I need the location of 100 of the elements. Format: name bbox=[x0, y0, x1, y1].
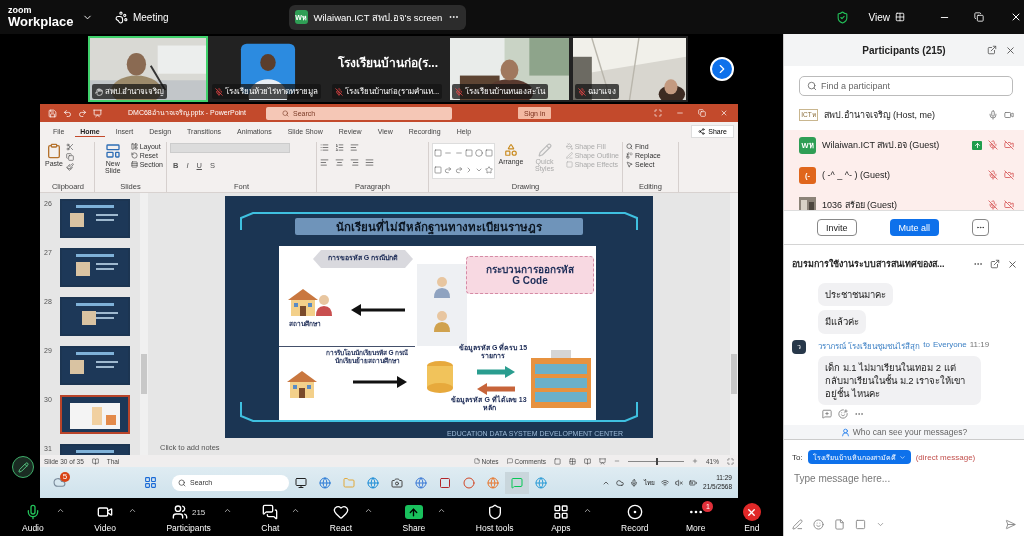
slide-thumbnail[interactable] bbox=[60, 297, 130, 336]
video-tile[interactable]: โรงเรียนบ้านหนองสะโน bbox=[448, 36, 571, 102]
toolbar-button[interactable]: Share bbox=[394, 501, 434, 533]
more-button[interactable] bbox=[972, 219, 990, 236]
cut-icon[interactable] bbox=[65, 143, 74, 151]
shape-icon[interactable] bbox=[444, 165, 453, 174]
redo-icon[interactable] bbox=[78, 108, 87, 118]
view-button[interactable]: View bbox=[866, 9, 907, 25]
toolbar-button[interactable]: Chat bbox=[253, 501, 288, 533]
toolbar-button[interactable]: Audio bbox=[14, 501, 52, 533]
align-center-icon[interactable] bbox=[335, 158, 344, 167]
arrow-icon bbox=[477, 366, 515, 378]
speaker-muted-icon bbox=[675, 478, 684, 487]
format-painter-icon[interactable] bbox=[65, 163, 74, 171]
to-label: To: bbox=[792, 452, 803, 462]
pencil-icon bbox=[17, 461, 29, 473]
shape-icon[interactable] bbox=[454, 165, 463, 174]
chat-message: ประชาชนมาคะ bbox=[818, 283, 893, 307]
toolbar-button[interactable]: Record bbox=[613, 501, 657, 533]
wifi-icon bbox=[661, 478, 670, 487]
share-title: Wilaiwan.ICT สพป.อจ's screen bbox=[313, 10, 443, 25]
slide-thumbnail[interactable] bbox=[60, 346, 130, 385]
fit-icon[interactable] bbox=[727, 457, 734, 465]
toolbar-button[interactable]: React bbox=[321, 501, 361, 533]
video-tile[interactable]: ฉมาแจง bbox=[571, 36, 688, 102]
cloud-icon bbox=[616, 478, 625, 487]
globe-icon bbox=[487, 476, 499, 489]
next-page-button[interactable] bbox=[710, 57, 734, 81]
font-field[interactable] bbox=[170, 143, 290, 153]
search-field[interactable]: Find a participant bbox=[799, 76, 1013, 96]
screenshot-icon[interactable] bbox=[855, 519, 866, 530]
participant-name-label: ฉมาแจง bbox=[575, 84, 619, 99]
layout-icon bbox=[130, 143, 138, 150]
restore-button[interactable] bbox=[972, 10, 986, 24]
undo-icon[interactable] bbox=[63, 108, 72, 118]
participant-row[interactable]: 1036 สร้อย (Guest) bbox=[784, 190, 1024, 210]
note-icon bbox=[473, 458, 480, 464]
reading-view-icon[interactable] bbox=[584, 457, 591, 465]
toolbar-button[interactable]: Apps bbox=[543, 501, 579, 533]
slide-thumbnail[interactable] bbox=[60, 395, 130, 434]
justify-icon[interactable] bbox=[365, 158, 374, 167]
video-tile[interactable]: สพป.อำนาจเจริญ bbox=[88, 36, 208, 102]
zoom-in-icon[interactable] bbox=[692, 458, 698, 464]
reset-icon bbox=[130, 152, 138, 159]
camera-icon bbox=[97, 504, 114, 520]
mic-muted-icon bbox=[215, 87, 223, 96]
annotate-button[interactable] bbox=[12, 456, 34, 478]
scrollbar[interactable] bbox=[730, 193, 738, 455]
minimize-icon[interactable] bbox=[676, 109, 684, 117]
copy-icon[interactable] bbox=[65, 153, 74, 161]
mute-all-button[interactable]: Mute all bbox=[889, 219, 940, 236]
person-icon bbox=[840, 427, 850, 437]
close-icon[interactable] bbox=[720, 109, 728, 117]
slide-thumbnail[interactable] bbox=[60, 199, 130, 238]
ribbon-display-icon[interactable] bbox=[654, 109, 662, 117]
participant-name-label: โรงเรียนห้วยไร่หาดทรายมูล bbox=[212, 84, 321, 99]
slide-thumbnail-art bbox=[62, 250, 128, 285]
scrollbar[interactable] bbox=[140, 193, 148, 455]
add-reaction-icon[interactable] bbox=[838, 409, 848, 420]
save-icon[interactable] bbox=[48, 108, 57, 118]
restore-icon[interactable] bbox=[698, 109, 706, 117]
meeting-button[interactable]: Meeting bbox=[112, 8, 171, 26]
toolbar-button[interactable]: Host tools bbox=[467, 501, 522, 533]
slide-thumbnail-art bbox=[62, 397, 128, 432]
shape-icon[interactable] bbox=[485, 165, 494, 174]
slide-title: นักเรียนที่ไม่มีหลักฐานทางทะเบียนราษฎร bbox=[295, 218, 583, 235]
pop-out-icon[interactable] bbox=[987, 45, 997, 55]
close-icon[interactable] bbox=[1005, 44, 1016, 56]
toolbar-button[interactable]: 215 Participants bbox=[158, 501, 219, 533]
video-tile[interactable]: โรงเรียนบ้านก่อ(ร... โรงเรียนบ้านก่อ(รามคำแห... bbox=[328, 36, 448, 102]
replace-icon bbox=[626, 152, 633, 159]
format-icon[interactable] bbox=[792, 519, 803, 530]
sorter-view-icon[interactable] bbox=[569, 457, 576, 465]
invite-button[interactable]: Invite bbox=[817, 219, 857, 236]
toolbar-button[interactable]: End bbox=[734, 501, 769, 533]
align-left-icon[interactable] bbox=[320, 158, 329, 167]
office-building-icon bbox=[531, 350, 591, 408]
present-icon[interactable] bbox=[93, 108, 102, 118]
send-icon[interactable] bbox=[1005, 519, 1016, 530]
pop-out-icon[interactable] bbox=[990, 259, 1000, 269]
toolbar-button[interactable]: Video bbox=[86, 501, 124, 533]
align-right-icon[interactable] bbox=[350, 158, 359, 167]
bullets-icon[interactable] bbox=[320, 143, 329, 152]
reply-icon[interactable] bbox=[822, 409, 832, 420]
monitor-icon bbox=[295, 476, 307, 489]
close-icon[interactable] bbox=[1007, 258, 1018, 270]
participants-icon bbox=[171, 504, 188, 520]
normal-view-icon[interactable] bbox=[554, 457, 561, 465]
shield-icon bbox=[486, 504, 503, 520]
numbering-icon[interactable] bbox=[335, 143, 344, 152]
slide-thumbnail[interactable] bbox=[60, 248, 130, 287]
indent-icon[interactable] bbox=[350, 143, 359, 152]
mic-muted-icon bbox=[578, 87, 586, 96]
weather-widget[interactable]: 5 bbox=[50, 473, 68, 492]
emoji-icon[interactable] bbox=[813, 519, 824, 530]
file-icon[interactable] bbox=[834, 519, 845, 530]
chat-icon bbox=[511, 476, 523, 489]
slideshow-icon[interactable] bbox=[599, 457, 606, 465]
video-tile[interactable]: โรงเรียนห้วยไร่หาดทรายมูล bbox=[208, 36, 328, 102]
participant-name-label: โรงเรียนบ้านก่อ(รามคำแห... bbox=[332, 84, 443, 99]
